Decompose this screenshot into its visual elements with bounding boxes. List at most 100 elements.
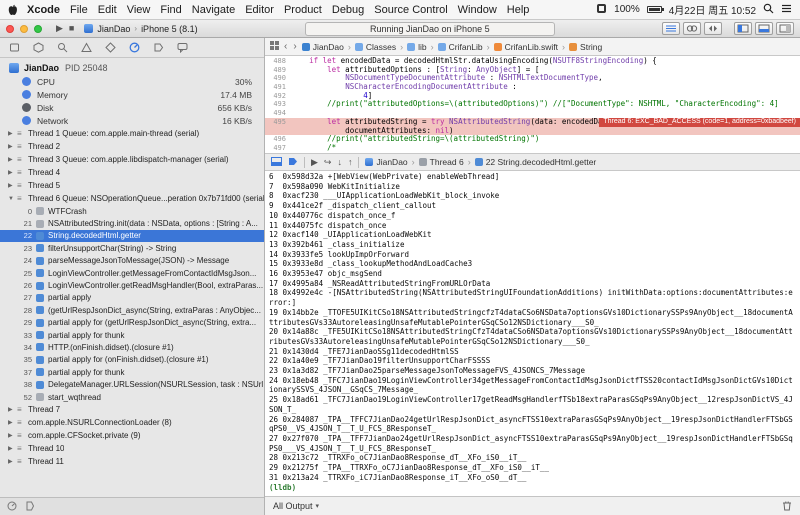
thread-row[interactable]: ▶ ≡ Thread 5: [0, 179, 264, 192]
stack-frame-row[interactable]: 22 String.decodedHtml.getter: [0, 229, 264, 243]
input-source-icon[interactable]: [596, 3, 607, 17]
menu-item-file[interactable]: File: [65, 4, 93, 16]
jumpbar-crumb-4[interactable]: CrifanLib.swift: [493, 42, 558, 52]
code-line[interactable]: 496 //print("attributedString=\(attribut…: [265, 135, 800, 144]
debugbar-crumb-0[interactable]: JianDao: [365, 157, 408, 167]
menu-item-edit[interactable]: Edit: [93, 4, 122, 16]
stack-frame-row[interactable]: 23 filterUnsupportChar(String) -> String: [0, 242, 264, 254]
code-line[interactable]: 488 if let encodedData = decodedHtmlStr.…: [265, 57, 800, 66]
jumpbar-crumb-0[interactable]: JianDao: [301, 42, 344, 52]
gauge-network[interactable]: Network 16 KB/s: [0, 114, 264, 127]
thread-row[interactable]: ▶ ≡ Thread 3 Queue: com.apple.libdispatch-…: [0, 153, 264, 166]
disclosure-triangle-icon[interactable]: ▶: [8, 182, 17, 189]
stack-frame-row[interactable]: 37 partial apply for thunk: [0, 366, 264, 378]
menu-item-debug[interactable]: Debug: [327, 4, 369, 16]
thread-row[interactable]: ▼ ≡ Thread 6 Queue: NSOperationQueue...per…: [0, 192, 264, 205]
thread-row[interactable]: ▶ ≡ Thread 2: [0, 140, 264, 153]
debugbar-crumb-1[interactable]: Thread 6: [418, 157, 464, 167]
stack-frame-row[interactable]: 24 parseMessageJsonToMessage(JSON) -> Mes…: [0, 255, 264, 267]
thread-row[interactable]: ▶ ≡ com.apple.NSURLConnectionLoader (8): [0, 416, 264, 429]
assistant-editor-button[interactable]: [682, 22, 701, 35]
toggle-navigator-button[interactable]: [733, 22, 752, 35]
toggle-inspector-button[interactable]: [775, 22, 794, 35]
menu-datetime[interactable]: 4月22日 周五 10:52: [669, 2, 756, 17]
toggle-debug-area-button[interactable]: [754, 22, 773, 35]
jumpbar-crumb-1[interactable]: Classes: [354, 42, 396, 52]
gauge-disk[interactable]: Disk 656 KB/s: [0, 101, 264, 114]
stack-frame-row[interactable]: 33 partial apply for thunk: [0, 329, 264, 341]
stack-frame-row[interactable]: 28 (getUrlRespJsonDict_async(String, extr…: [0, 304, 264, 316]
step-over-button[interactable]: ↪: [324, 157, 332, 167]
stack-frame-row[interactable]: 26 LoginViewController.getReadMsgHandler(…: [0, 279, 264, 291]
gauge-cpu[interactable]: CPU 30%: [0, 75, 264, 88]
process-row[interactable]: JianDao PID 25048: [0, 60, 264, 75]
disclosure-triangle-icon[interactable]: ▶: [8, 432, 17, 439]
thread-row[interactable]: ▶ ≡ Thread 1 Queue: com.apple.main-thread …: [0, 127, 264, 140]
stack-frame-row[interactable]: 52 start_wqthread: [0, 391, 264, 403]
spotlight-icon[interactable]: [763, 3, 774, 17]
disclosure-triangle-icon[interactable]: ▶: [8, 419, 17, 426]
disclosure-triangle-icon[interactable]: ▶: [8, 143, 17, 150]
scheme-selector[interactable]: JianDao › iPhone 5 (8.1): [84, 24, 198, 34]
stack-frame-row[interactable]: 21 NSAttributedString.init(data : NSData,…: [0, 217, 264, 229]
stack-frame-row[interactable]: 29 partial apply for (getUrlRespJsonDict_…: [0, 317, 264, 329]
notification-center-icon[interactable]: [781, 4, 792, 16]
disclosure-triangle-icon[interactable]: ▶: [8, 406, 17, 413]
stop-button[interactable]: ■: [69, 24, 74, 33]
code-line[interactable]: 497 /*: [265, 144, 800, 153]
code-line[interactable]: 492 4]: [265, 92, 800, 101]
menu-item-find[interactable]: Find: [155, 4, 186, 16]
code-line[interactable]: documentAttributes: nil): [265, 126, 800, 136]
jumpbar-crumb-3[interactable]: CrifanLib: [437, 42, 483, 52]
code-line[interactable]: 495 let attributedString = try NSAttribu…: [265, 117, 800, 127]
disclosure-triangle-icon[interactable]: ▶: [8, 445, 17, 452]
breakpoints-toggle-icon[interactable]: [288, 157, 298, 168]
disclosure-triangle-icon[interactable]: ▶: [8, 130, 17, 137]
stack-frame-row[interactable]: 35 partial apply for (onFinish.didset).(c…: [0, 354, 264, 366]
step-into-button[interactable]: ↓: [337, 157, 342, 167]
filter-gauge-icon[interactable]: [7, 498, 17, 515]
output-filter-label[interactable]: All Output: [273, 501, 313, 511]
forward-button[interactable]: ›: [292, 41, 297, 52]
stack-frame-row[interactable]: 34 HTTP.(onFinish.didset).(closure #1): [0, 341, 264, 353]
thread-row[interactable]: ▶ ≡ Thread 10: [0, 442, 264, 455]
code-line[interactable]: 494: [265, 109, 800, 118]
apple-menu-icon[interactable]: [8, 4, 18, 16]
disclosure-triangle-icon[interactable]: ▶: [8, 169, 17, 176]
code-line[interactable]: 491 NSCharacterEncodingDocumentAttribute…: [265, 83, 800, 92]
continue-button[interactable]: ▶: [311, 157, 318, 167]
thread-row[interactable]: ▶ ≡ com.apple.CFSocket.private (9): [0, 429, 264, 442]
run-button[interactable]: ▶: [56, 24, 63, 33]
report-navigator-icon[interactable]: [177, 42, 188, 53]
step-out-button[interactable]: ↑: [348, 157, 353, 167]
related-items-icon[interactable]: [270, 41, 279, 52]
jumpbar-crumb-5[interactable]: String: [569, 42, 602, 52]
disclosure-triangle-icon[interactable]: ▶: [8, 458, 17, 465]
code-line[interactable]: 489 let attributedOptions : [String: Any…: [265, 66, 800, 75]
project-navigator-icon[interactable]: [9, 42, 20, 53]
thread-row[interactable]: ▶ ≡ Thread 7: [0, 403, 264, 416]
disclosure-triangle-icon[interactable]: ▼: [8, 196, 17, 202]
jumpbar-crumb-2[interactable]: lib: [407, 42, 427, 52]
breakpoint-navigator-icon[interactable]: [153, 42, 164, 53]
menu-item-view[interactable]: View: [122, 4, 156, 16]
stack-frame-row[interactable]: 38 DelegateManager.URLSession(NSURLSessio…: [0, 378, 264, 390]
thread-row[interactable]: ▶ ≡ Thread 11: [0, 455, 264, 468]
menu-item-source-control[interactable]: Source Control: [369, 4, 452, 16]
find-navigator-icon[interactable]: [57, 42, 68, 53]
code-line[interactable]: 490 NSDocumentTypeDocumentAttribute : NS…: [265, 74, 800, 83]
code-line[interactable]: 493 //print("attributedOptions=\(attribu…: [265, 100, 800, 109]
standard-editor-button[interactable]: [661, 22, 680, 35]
hide-debug-area-icon[interactable]: [271, 156, 282, 168]
debug-navigator-icon[interactable]: [129, 42, 140, 53]
editor-code[interactable]: 488 if let encodedData = decodedHtmlStr.…: [265, 56, 800, 153]
menu-item-navigate[interactable]: Navigate: [187, 4, 240, 16]
gauge-memory[interactable]: Memory 17.4 MB: [0, 88, 264, 101]
stack-frame-row[interactable]: 27 partial apply: [0, 292, 264, 304]
back-button[interactable]: ‹: [283, 41, 288, 52]
close-window-button[interactable]: [6, 24, 14, 33]
disclosure-triangle-icon[interactable]: ▶: [8, 156, 17, 163]
thread-row[interactable]: ▶ ≡ Thread 4: [0, 166, 264, 179]
console-output[interactable]: 6 0x598d32a +[WebView(WebPrivate) enable…: [265, 171, 800, 496]
symbol-navigator-icon[interactable]: [33, 42, 44, 53]
